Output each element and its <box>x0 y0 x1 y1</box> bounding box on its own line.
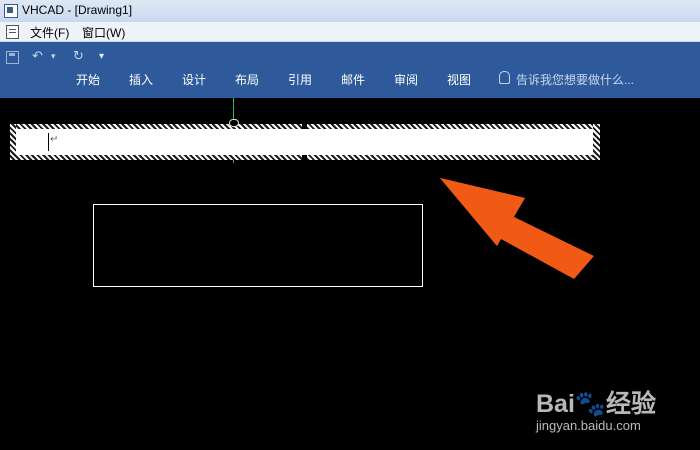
watermark-brand: Bai🐾经验 <box>536 390 657 418</box>
baidu-jingyan-watermark: Bai🐾经验 jingyan.baidu.com <box>536 374 696 446</box>
watermark-url: jingyan.baidu.com <box>536 418 641 433</box>
